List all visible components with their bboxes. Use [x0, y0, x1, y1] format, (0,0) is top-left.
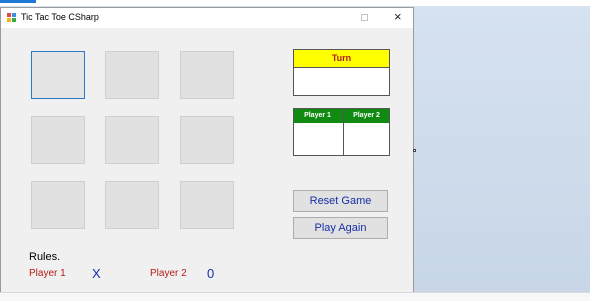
score-value-player-1 [294, 123, 341, 155]
board-cell-1[interactable] [31, 51, 85, 99]
score-value-player-2 [344, 123, 391, 155]
turn-display [293, 67, 390, 96]
score-table: Player 1 Player 2 [293, 108, 390, 156]
board-cell-7[interactable] [31, 181, 85, 229]
player-2-label: Player 2 [150, 268, 187, 279]
resize-handle-right[interactable] [413, 149, 416, 152]
score-column-player-2: Player 2 [353, 112, 380, 119]
board-cell-3[interactable] [180, 51, 234, 99]
play-again-button[interactable]: Play Again [293, 217, 388, 239]
board-cell-2[interactable] [105, 51, 159, 99]
window-title: Tic Tac Toe CSharp [21, 12, 99, 22]
board-cell-8[interactable] [105, 181, 159, 229]
reset-game-button[interactable]: Reset Game [293, 190, 388, 212]
board-cell-9[interactable] [180, 181, 234, 229]
turn-header: Turn [293, 49, 390, 67]
title-bar[interactable]: Tic Tac Toe CSharp × [1, 8, 413, 28]
board-cell-6[interactable] [180, 116, 234, 164]
score-column-player-1: Player 1 [304, 112, 331, 119]
player-1-mark: X [92, 266, 101, 281]
designer-tab-accent [0, 0, 36, 3]
board-cell-5[interactable] [105, 116, 159, 164]
player-2-mark: 0 [207, 266, 215, 281]
close-icon[interactable]: × [394, 10, 402, 24]
rules-label: Rules. [29, 251, 61, 263]
score-table-header: Player 1 Player 2 [294, 109, 389, 123]
player-1-label: Player 1 [29, 268, 66, 279]
maximize-icon[interactable] [361, 14, 368, 21]
form-icon [7, 13, 17, 22]
board-cell-4[interactable] [31, 116, 85, 164]
designer-top-strip [0, 0, 590, 6]
